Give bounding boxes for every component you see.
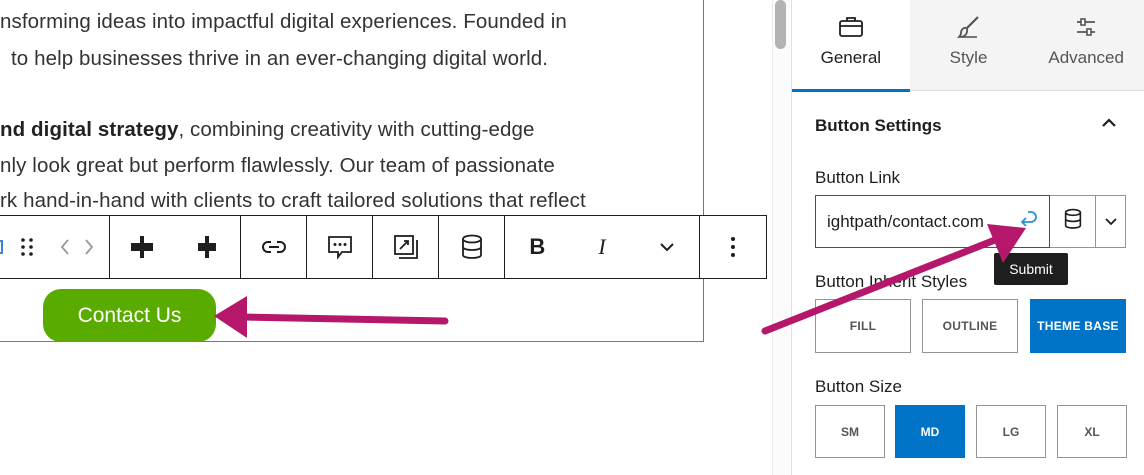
justify-center-icon[interactable] — [175, 216, 241, 278]
submit-tooltip: Submit — [994, 253, 1068, 285]
tab-general[interactable]: General — [792, 0, 910, 92]
button-inherit-styles-label: Button Inherit Styles — [815, 272, 968, 291]
chevron-down-icon — [1104, 213, 1117, 231]
image-icon[interactable] — [373, 216, 438, 278]
scrollbar-thumb[interactable] — [775, 0, 786, 49]
size-md-button[interactable]: MD — [895, 405, 965, 458]
chevron-up-icon[interactable] — [1100, 114, 1118, 137]
bold-button[interactable]: B — [505, 216, 570, 278]
comment-icon[interactable] — [307, 216, 372, 278]
toolbar-group-format: B I — [505, 216, 700, 278]
button-link-input[interactable]: ightpath/contact.com — [815, 195, 1050, 248]
contact-us-button[interactable]: Contact Us — [43, 289, 216, 342]
database-icon — [1064, 208, 1082, 235]
section-title[interactable]: Button Settings — [815, 116, 942, 136]
size-sm-button[interactable]: SM — [815, 405, 885, 458]
link-options-dropdown[interactable] — [1095, 195, 1126, 248]
bold-text: nd digital strategy — [0, 118, 179, 141]
sidebar-tabs: General Style Advanced — [792, 0, 1144, 92]
link-icon[interactable] — [241, 216, 306, 278]
brush-icon — [956, 14, 981, 40]
button-size-label: Button Size — [815, 377, 902, 396]
tab-style[interactable]: Style — [910, 0, 1028, 91]
style-outline-button[interactable]: OUTLINE — [922, 299, 1018, 353]
paragraph-line-4: nly look great but perform flawlessly. O… — [0, 154, 555, 177]
database-icon[interactable] — [439, 216, 504, 278]
dynamic-data-button[interactable] — [1050, 195, 1096, 248]
paragraph-line-1: nsforming ideas into impactful digital e… — [0, 10, 567, 33]
toolbar-group-comment — [307, 216, 373, 278]
toolbar-group-link — [241, 216, 307, 278]
block-toolbar: B I — [0, 215, 767, 279]
paragraph-line-2: to help businesses thrive in an ever-cha… — [11, 47, 549, 70]
editor-canvas: nsforming ideas into impactful digital e… — [0, 0, 772, 475]
tab-advanced[interactable]: Advanced — [1027, 0, 1144, 91]
toolbar-group-move — [0, 216, 110, 278]
size-lg-button[interactable]: LG — [976, 405, 1046, 458]
toolbar-group-image — [373, 216, 439, 278]
paragraph-text: , combining creativity with cutting-edge — [178, 118, 535, 141]
toolbar-group-more — [700, 216, 766, 278]
toolbar-group-data — [439, 216, 505, 278]
submit-icon[interactable] — [1018, 208, 1038, 233]
briefcase-icon — [838, 14, 864, 40]
paragraph-line-5: rk hand-in-hand with clients to craft ta… — [0, 189, 586, 212]
link-value: ightpath/contact.com — [827, 211, 984, 231]
style-theme-base-button[interactable]: THEME BASE — [1030, 299, 1126, 353]
move-arrows-icon[interactable] — [49, 216, 105, 278]
tab-label: Advanced — [1048, 48, 1124, 67]
tab-label: General — [820, 48, 882, 67]
button-link-label: Button Link — [815, 168, 901, 187]
justify-left-icon[interactable] — [110, 216, 175, 278]
toolbar-group-justify — [110, 216, 241, 278]
more-options-icon[interactable] — [700, 216, 766, 278]
sliders-icon — [1075, 14, 1097, 40]
style-fill-button[interactable]: FILL — [815, 299, 911, 353]
drag-handle-icon[interactable] — [5, 216, 49, 278]
paragraph-line-3: nd digital strategy, combining creativit… — [0, 118, 535, 142]
settings-sidebar: General Style Advanced Button Settings B… — [791, 0, 1144, 475]
tab-label: Style — [949, 48, 988, 67]
size-xl-button[interactable]: XL — [1057, 405, 1127, 458]
scrollbar-track[interactable] — [772, 0, 790, 475]
chevron-down-icon[interactable] — [634, 216, 699, 278]
italic-button[interactable]: I — [570, 216, 635, 278]
